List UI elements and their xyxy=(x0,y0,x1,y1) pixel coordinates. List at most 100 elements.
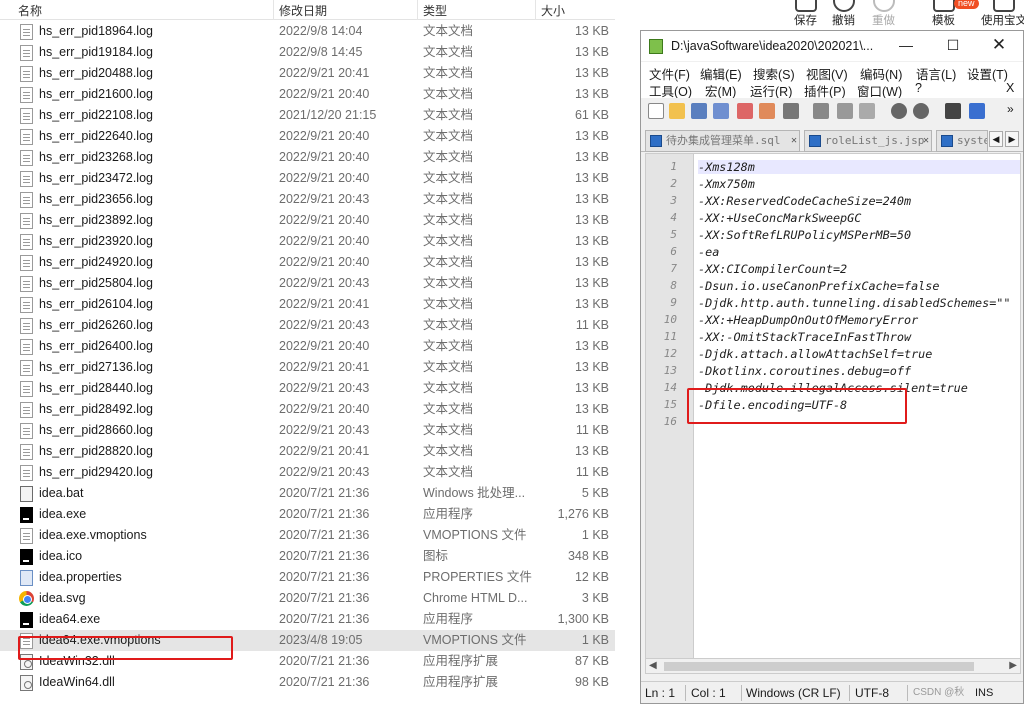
tab-close-icon[interactable]: ✕ xyxy=(923,131,929,151)
file-row[interactable]: hs_err_pid26260.log 2022/9/21 20:43 文本文档 11… xyxy=(0,315,615,336)
file-type: 文本文档 xyxy=(423,255,474,269)
file-row[interactable]: hs_err_pid25804.log 2022/9/21 20:43 文本文档 13… xyxy=(0,273,615,294)
menu-language[interactable]: 语言(L) xyxy=(916,64,956,83)
title-bar[interactable]: D:\javaSoftware\idea2020\202021\... — ☐ … xyxy=(641,31,1023,61)
column-date[interactable]: 修改日期 xyxy=(279,2,327,19)
redo-button[interactable]: 重做 xyxy=(872,0,895,28)
file-row[interactable]: idea.bat 2020/7/21 21:36 Windows 批处理... 5 K… xyxy=(0,483,615,504)
column-type[interactable]: 类型 xyxy=(423,2,447,19)
menu-settings[interactable]: 设置(T) xyxy=(967,64,1008,83)
code-line[interactable]: -XX:-OmitStackTraceInFastThrow xyxy=(698,330,1020,344)
file-row[interactable]: hs_err_pid29420.log 2022/9/21 20:43 文本文档 11… xyxy=(0,462,615,483)
save-button[interactable]: 保存 xyxy=(794,0,817,28)
undo-button[interactable]: 撤销 xyxy=(832,0,855,28)
template-button[interactable]: 模板 new xyxy=(932,0,979,28)
code-line[interactable]: -XX:CICompilerCount=2 xyxy=(698,262,1020,276)
save-icon[interactable] xyxy=(691,103,707,119)
code-line[interactable]: -Djdk.http.auth.tunneling.disabledScheme… xyxy=(698,296,1020,310)
copy-icon[interactable] xyxy=(837,103,853,119)
file-row[interactable]: hs_err_pid27136.log 2022/9/21 20:41 文本文档 13… xyxy=(0,357,615,378)
file-row[interactable]: hs_err_pid26104.log 2022/9/21 20:41 文本文档 13… xyxy=(0,294,615,315)
file-name: idea.exe.vmoptions xyxy=(39,528,147,542)
file-row[interactable]: hs_err_pid23472.log 2022/9/21 20:40 文本文档 13… xyxy=(0,168,615,189)
file-row[interactable]: hs_err_pid23892.log 2022/9/21 20:40 文本文档 13… xyxy=(0,210,615,231)
minimize-button[interactable]: — xyxy=(896,35,916,55)
code-line[interactable]: -Dkotlinx.coroutines.debug=off xyxy=(698,364,1020,378)
cut-icon[interactable] xyxy=(813,103,829,119)
line-number: 16 xyxy=(663,415,677,428)
file-row[interactable]: hs_err_pid28440.log 2022/9/21 20:43 文本文档 13… xyxy=(0,378,615,399)
scroll-right-icon[interactable]: ▶ xyxy=(1009,659,1017,673)
code-line[interactable]: -Dsun.io.useCanonPrefixCache=false xyxy=(698,279,1020,293)
file-row[interactable]: hs_err_pid23656.log 2022/9/21 20:43 文本文档 13… xyxy=(0,189,615,210)
column-divider[interactable] xyxy=(417,0,418,20)
tab-bar: 待办集成管理菜单.sql ✕ roleList_js.jsp ✕ syste ◀… xyxy=(641,127,1023,152)
find-icon[interactable] xyxy=(945,103,961,119)
tab-sql[interactable]: 待办集成管理菜单.sql ✕ xyxy=(645,130,800,152)
save-all-icon[interactable] xyxy=(713,103,729,119)
file-row[interactable]: hs_err_pid28492.log 2022/9/21 20:40 文本文档 13… xyxy=(0,399,615,420)
file-size: 87 KB xyxy=(574,654,609,668)
code-line[interactable]: -Xms128m xyxy=(698,160,1020,174)
file-size: 13 KB xyxy=(574,381,609,395)
file-type: 文本文档 xyxy=(423,402,474,416)
file-row[interactable]: idea.properties 2020/7/21 21:36 PROPERTIES… xyxy=(0,567,615,588)
maximize-button[interactable]: ☐ xyxy=(943,35,963,55)
undo-icon[interactable] xyxy=(891,103,907,119)
column-divider[interactable] xyxy=(535,0,536,20)
file-row[interactable]: hs_err_pid20488.log 2022/9/21 20:41 文本文档 13… xyxy=(0,63,615,84)
scroll-thumb[interactable] xyxy=(664,662,974,671)
tab-close-icon[interactable]: ✕ xyxy=(791,131,797,151)
tab-scroll-left-icon[interactable]: ◀ xyxy=(989,131,1003,147)
file-row[interactable]: hs_err_pid26400.log 2022/9/21 20:40 文本文档 13… xyxy=(0,336,615,357)
paste-icon[interactable] xyxy=(859,103,875,119)
code-line[interactable]: -ea xyxy=(698,245,1020,259)
close-button[interactable]: ✕ xyxy=(989,35,1009,55)
tab-jsp[interactable]: roleList_js.jsp ✕ xyxy=(804,130,932,152)
file-row[interactable]: idea.svg 2020/7/21 21:36 Chrome HTML D... 3… xyxy=(0,588,615,609)
file-type: 文本文档 xyxy=(423,276,474,290)
file-row[interactable]: hs_err_pid22108.log 2021/12/20 21:15 文本文档 6… xyxy=(0,105,615,126)
code-line[interactable]: -XX:+HeapDumpOnOutOfMemoryError xyxy=(698,313,1020,327)
file-row[interactable]: hs_err_pid18964.log 2022/9/8 14:04 文本文档 13 … xyxy=(0,21,615,42)
replace-icon[interactable] xyxy=(969,103,985,119)
file-row[interactable]: hs_err_pid23268.log 2022/9/21 20:40 文本文档 13… xyxy=(0,147,615,168)
file-row[interactable]: idea.exe.vmoptions 2020/7/21 21:36 VMOPTIO… xyxy=(0,525,615,546)
horizontal-scrollbar[interactable]: ◀ ▶ xyxy=(645,658,1021,674)
column-size[interactable]: 大小 xyxy=(541,2,565,19)
file-row[interactable]: idea64.exe 2020/7/21 21:36 应用程序 1,300 KB xyxy=(0,609,615,630)
file-row[interactable]: hs_err_pid28820.log 2022/9/21 20:41 文本文档 13… xyxy=(0,441,615,462)
close-doc-button[interactable]: X xyxy=(1006,81,1014,95)
close-all-icon[interactable] xyxy=(759,103,775,119)
code-line[interactable]: -Djdk.attach.allowAttachSelf=true xyxy=(698,347,1020,361)
menu-help[interactable]: ? xyxy=(915,81,922,95)
file-row[interactable]: idea.ico 2020/7/21 21:36 图标 348 KB xyxy=(0,546,615,567)
tab-scroll-right-icon[interactable]: ▶ xyxy=(1005,131,1019,147)
file-row[interactable]: idea.exe 2020/7/21 21:36 应用程序 1,276 KB xyxy=(0,504,615,525)
new-file-icon[interactable] xyxy=(648,103,664,119)
redo-icon[interactable] xyxy=(913,103,929,119)
scroll-left-icon[interactable]: ◀ xyxy=(649,659,657,673)
doc-button[interactable]: 使用宝文 xyxy=(974,0,1024,28)
tab-system[interactable]: syste xyxy=(936,130,988,152)
file-row[interactable]: hs_err_pid19184.log 2022/9/8 14:45 文本文档 13 … xyxy=(0,42,615,63)
column-divider[interactable] xyxy=(273,0,274,20)
close-file-icon[interactable] xyxy=(737,103,753,119)
code-line[interactable]: -Xmx750m xyxy=(698,177,1020,191)
print-icon[interactable] xyxy=(783,103,799,119)
file-row[interactable]: hs_err_pid24920.log 2022/9/21 20:40 文本文档 13… xyxy=(0,252,615,273)
code-line[interactable]: -XX:ReservedCodeCacheSize=240m xyxy=(698,194,1020,208)
file-date: 2022/9/8 14:04 xyxy=(279,24,363,38)
open-folder-icon[interactable] xyxy=(669,103,685,119)
file-row[interactable]: IdeaWin64.dll 2020/7/21 21:36 应用程序扩展 98 KB xyxy=(0,672,615,693)
column-name[interactable]: 名称 xyxy=(18,2,42,19)
status-encoding[interactable]: UTF-8 xyxy=(855,682,889,704)
toolbar-overflow-icon[interactable]: » xyxy=(1007,102,1014,116)
code-line[interactable]: -XX:+UseConcMarkSweepGC xyxy=(698,211,1020,225)
file-row[interactable]: hs_err_pid23920.log 2022/9/21 20:40 文本文档 13… xyxy=(0,231,615,252)
file-row[interactable]: hs_err_pid22640.log 2022/9/21 20:40 文本文档 13… xyxy=(0,126,615,147)
status-eol[interactable]: Windows (CR LF) xyxy=(746,682,841,704)
file-row[interactable]: hs_err_pid28660.log 2022/9/21 20:43 文本文档 11… xyxy=(0,420,615,441)
file-row[interactable]: hs_err_pid21600.log 2022/9/21 20:40 文本文档 13… xyxy=(0,84,615,105)
code-line[interactable]: -XX:SoftRefLRUPolicyMSPerMB=50 xyxy=(698,228,1020,242)
